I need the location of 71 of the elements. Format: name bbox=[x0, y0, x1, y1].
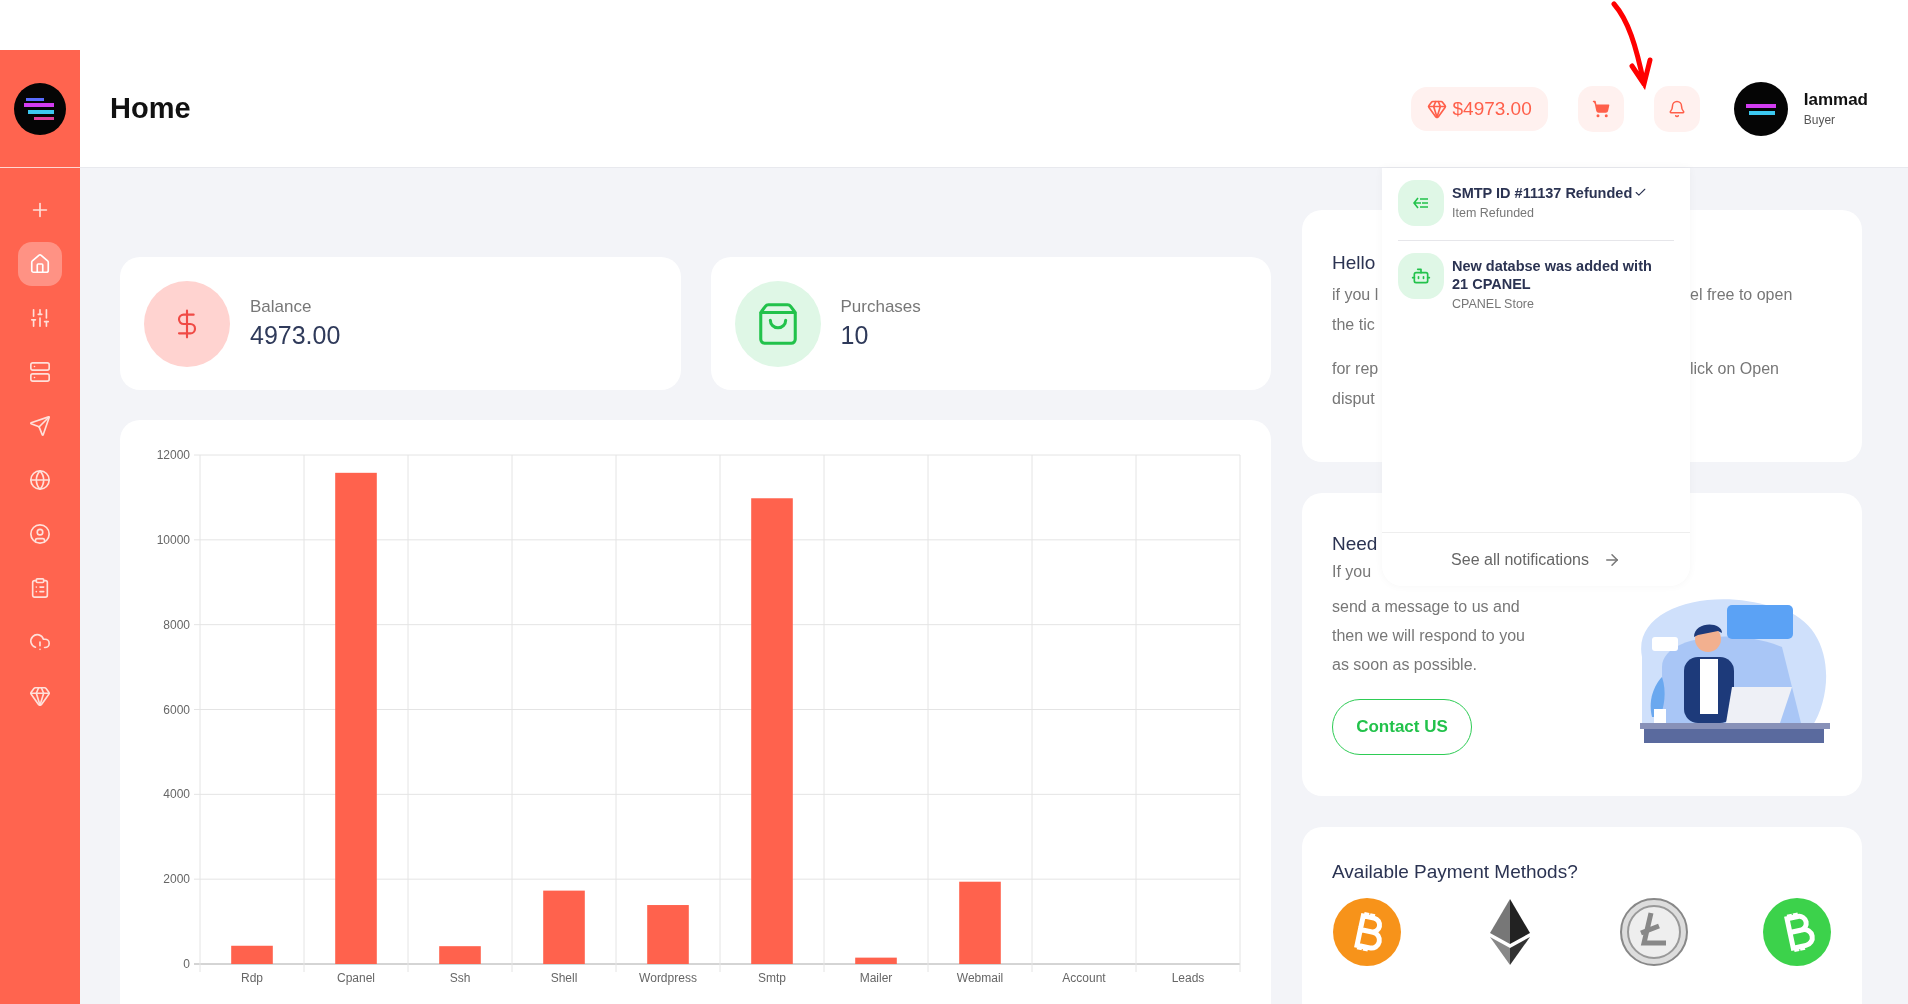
bar bbox=[231, 945, 273, 964]
notification-item[interactable]: New databse was added with 21 CPANEL CPANEL Store bbox=[1398, 253, 1674, 325]
stat-value: 4973.00 bbox=[250, 321, 341, 350]
sidebar-item[interactable] bbox=[18, 242, 62, 286]
bar bbox=[439, 946, 481, 964]
x-axis-label: Ssh bbox=[449, 971, 471, 985]
cloud-warning-icon bbox=[29, 631, 51, 653]
y-axis-label: 10000 bbox=[156, 532, 190, 547]
bitcoin-icon bbox=[1332, 897, 1402, 967]
x-axis-label: Mailer bbox=[859, 971, 893, 985]
x-axis-label: Webmail bbox=[956, 971, 1004, 985]
user-role: Buyer bbox=[1803, 113, 1837, 127]
y-axis-label: 0 bbox=[183, 957, 190, 971]
stat-label: Balance bbox=[250, 297, 313, 317]
gem-icon bbox=[1426, 98, 1447, 119]
paper-plane-icon bbox=[29, 415, 51, 437]
y-axis-label: 6000 bbox=[163, 702, 190, 717]
bar bbox=[647, 905, 689, 964]
y-axis-label: 2000 bbox=[163, 872, 190, 887]
bar bbox=[855, 957, 897, 964]
balance-amount: $4973.00 bbox=[1452, 97, 1532, 120]
notification-title: New databse was added with 21 CPANEL bbox=[1452, 257, 1653, 293]
card-text: if you l bbox=[1332, 285, 1380, 305]
see-all-link[interactable]: See all notifications bbox=[1451, 550, 1589, 569]
notification-subtitle: Item Refunded bbox=[1452, 206, 1535, 220]
x-axis-label: Account bbox=[1062, 971, 1106, 985]
help-text: If you bbox=[1332, 562, 1372, 582]
card-text: el free to open bbox=[1690, 285, 1794, 305]
x-axis-label: Leads bbox=[1171, 971, 1205, 985]
x-axis-label: Wordpress bbox=[639, 971, 697, 985]
arrow-lines-icon bbox=[1413, 197, 1429, 209]
notifications-button[interactable] bbox=[1653, 85, 1700, 132]
gem-icon bbox=[29, 685, 51, 707]
house-icon bbox=[29, 253, 51, 275]
x-axis-label: Shell bbox=[550, 971, 578, 985]
card-text: disput bbox=[1332, 389, 1376, 409]
sliders-icon bbox=[29, 307, 51, 329]
cart-button[interactable] bbox=[1577, 85, 1624, 132]
stat-label: Purchases bbox=[840, 297, 921, 317]
notification-title: SMTP ID #11137 Refunded bbox=[1452, 184, 1648, 202]
y-axis-label: 8000 bbox=[163, 617, 190, 632]
globe-icon bbox=[29, 469, 51, 491]
help-text: send a message to us and bbox=[1332, 597, 1520, 617]
logo[interactable] bbox=[14, 82, 66, 135]
card-text: lick on Open bbox=[1690, 359, 1780, 379]
robot-icon bbox=[1411, 266, 1431, 286]
help-text: then we will respond to you bbox=[1332, 626, 1525, 646]
notification-subtitle: CPANEL Store bbox=[1452, 297, 1535, 311]
card-text: for rep bbox=[1332, 359, 1380, 379]
x-axis-label: Smtp bbox=[758, 971, 786, 985]
notification-item[interactable]: SMTP ID #11137 Refunded Item Refunded bbox=[1398, 180, 1674, 241]
user-name: Iammad bbox=[1803, 90, 1868, 110]
stat-value: 10 bbox=[840, 321, 870, 350]
card-title: Hello bbox=[1332, 252, 1376, 274]
user-avatar[interactable] bbox=[1733, 81, 1788, 136]
bitcoin-cash-icon bbox=[1762, 897, 1832, 967]
y-axis-label: 12000 bbox=[156, 448, 190, 462]
card-title: Need bbox=[1332, 533, 1378, 555]
help-text: as soon as possible. bbox=[1332, 655, 1477, 675]
bell-icon bbox=[1667, 99, 1686, 118]
x-axis-label: Rdp bbox=[241, 971, 263, 985]
page-title: Home bbox=[110, 92, 192, 125]
card-text: the tic bbox=[1332, 315, 1376, 335]
y-axis-label: 4000 bbox=[163, 787, 190, 802]
x-axis-label: Cpanel bbox=[337, 971, 375, 985]
user-circle-icon bbox=[29, 523, 51, 545]
cart-icon bbox=[1591, 99, 1610, 118]
card-title: Available Payment Methods? bbox=[1332, 861, 1578, 883]
clipboard-icon bbox=[29, 577, 51, 599]
server-icon bbox=[29, 361, 51, 383]
litecoin-icon bbox=[1618, 897, 1689, 967]
